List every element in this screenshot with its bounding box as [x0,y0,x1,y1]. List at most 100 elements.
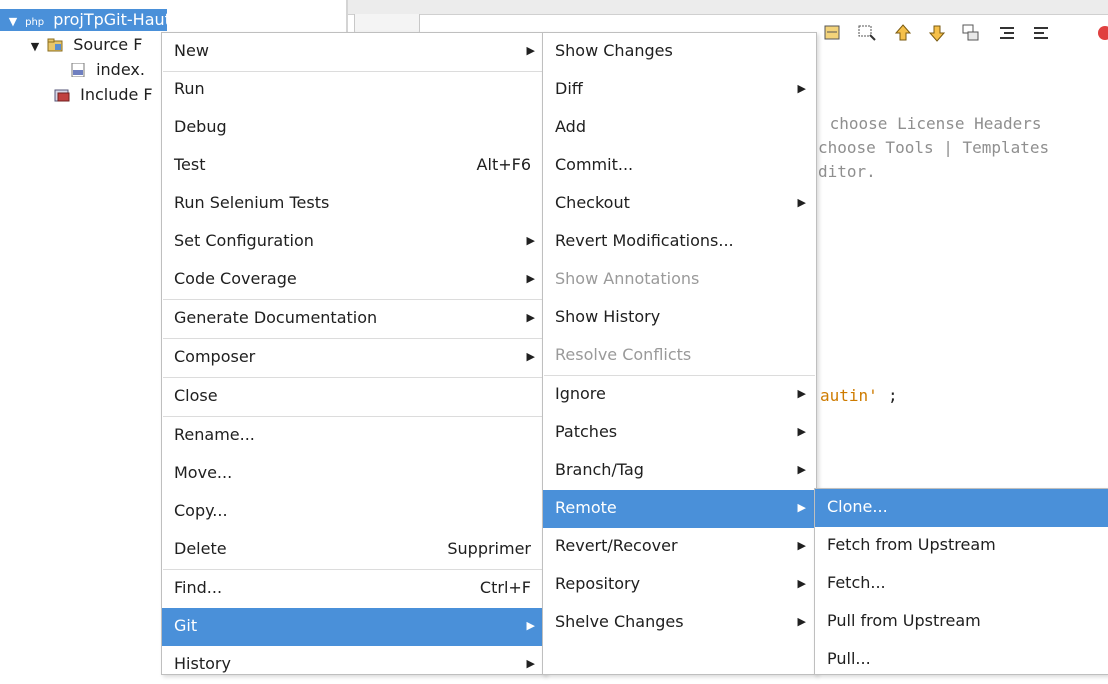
tree-item-source-files[interactable]: ▼ Source F [28,34,143,58]
menu-item-label: Generate Documentation [174,308,378,327]
menu-item-run[interactable]: Run [162,71,545,109]
menu-item-label: Branch/Tag [555,460,644,479]
submenu-arrow-icon: ▶ [797,82,806,95]
menu-item-resolve-conflicts: Resolve Conflicts [543,337,816,375]
menu-item-delete[interactable]: Delete Supprimer [162,531,545,569]
shortcut-label: Supprimer [447,539,531,558]
menu-item-ignore[interactable]: Ignore ▶ [543,376,816,414]
menu-item-commit[interactable]: Commit... [543,147,816,185]
copy-down-icon[interactable] [960,22,982,44]
menu-item-pull[interactable]: Pull... [815,641,1108,679]
menu-item-label: Remote [555,498,617,517]
menu-item-label: Show History [555,307,661,326]
move-up-icon[interactable] [892,22,914,44]
select-rectangle-icon[interactable] [856,22,878,44]
php-project-icon: php [25,17,45,28]
expand-toggle-icon[interactable]: ▼ [28,36,42,58]
include-path-icon [54,89,70,102]
menu-item-shelve-changes[interactable]: Shelve Changes ▶ [543,604,816,642]
menu-item-composer[interactable]: Composer ▶ [162,339,545,377]
submenu-arrow-icon: ▶ [797,196,806,209]
menu-item-debug[interactable]: Debug [162,109,545,147]
menu-item-label: Patches [555,422,618,441]
menu-item-show-history[interactable]: Show History [543,299,816,337]
menu-item-copy[interactable]: Copy... [162,493,545,531]
shift-right-icon[interactable] [1030,22,1052,44]
menu-item-find[interactable]: Find... Ctrl+F [162,570,545,608]
menu-item-label: Test [174,155,206,174]
editor-tab-strip [348,0,1108,15]
menu-item-run-selenium-tests[interactable]: Run Selenium Tests [162,185,545,223]
menu-item-remote[interactable]: Remote ▶ [543,490,816,528]
code-semicolon: ; [888,386,898,405]
menu-item-rename[interactable]: Rename... [162,417,545,455]
menu-item-label: Pull... [827,649,871,668]
submenu-arrow-icon: ▶ [526,657,535,670]
menu-item-checkout[interactable]: Checkout ▶ [543,185,816,223]
menu-item-label: Checkout [555,193,630,212]
menu-item-label: Pull from Upstream [827,611,981,630]
menu-item-label: Composer [174,347,256,366]
tree-item-include-path[interactable]: Include F [54,84,153,106]
code-comment-line-2: choose Tools | Templates [818,138,1050,157]
submenu-arrow-icon: ▶ [797,615,806,628]
menu-item-git[interactable]: Git ▶ [162,608,545,646]
menu-item-label: Revert/Recover [555,536,678,555]
menu-item-patches[interactable]: Patches ▶ [543,414,816,452]
submenu-arrow-icon: ▶ [797,463,806,476]
menu-item-revert-recover[interactable]: Revert/Recover ▶ [543,528,816,566]
submenu-arrow-icon: ▶ [797,539,806,552]
menu-item-label: Git [174,616,198,635]
submenu-arrow-icon: ▶ [797,387,806,400]
submenu-arrow-icon: ▶ [526,234,535,247]
menu-item-close[interactable]: Close [162,378,545,416]
toggle-bookmark-icon[interactable] [822,22,844,44]
index-file-label: index. [96,60,145,79]
submenu-arrow-icon: ▶ [526,619,535,632]
record-macro-icon[interactable] [1094,22,1108,44]
menu-item-branch-tag[interactable]: Branch/Tag ▶ [543,452,816,490]
menu-item-label: Fetch... [827,573,886,592]
menu-item-move[interactable]: Move... [162,455,545,493]
menu-item-label: Diff [555,79,583,98]
project-context-menu: New ▶ Run Debug Test Alt+F6 Run Selenium… [161,32,546,675]
menu-item-new[interactable]: New ▶ [162,33,545,71]
menu-item-label: Debug [174,117,227,136]
menu-item-code-coverage[interactable]: Code Coverage ▶ [162,261,545,299]
menu-item-label: Delete [174,539,227,558]
php-file-icon [71,63,85,77]
menu-item-revert-modifications[interactable]: Revert Modifications... [543,223,816,261]
menu-item-fetch-from-upstream[interactable]: Fetch from Upstream [815,527,1108,565]
menu-item-clone[interactable]: Clone... [815,489,1108,527]
menu-item-label: Show Annotations [555,269,700,288]
menu-item-diff[interactable]: Diff ▶ [543,71,816,109]
code-string-fragment: autin' [820,386,878,405]
menu-item-label: Code Coverage [174,269,297,288]
shortcut-label: Ctrl+F [479,578,531,597]
menu-item-add[interactable]: Add [543,109,816,147]
menu-item-pull-from-upstream[interactable]: Pull from Upstream [815,603,1108,641]
expand-toggle-icon[interactable]: ▼ [6,11,20,33]
menu-item-history[interactable]: History ▶ [162,646,545,684]
tree-item-project-root[interactable]: ▼ php projTpGit-Hautin [0,9,186,33]
shift-left-icon[interactable] [996,22,1018,44]
submenu-arrow-icon: ▶ [526,44,535,57]
move-down-icon[interactable] [926,22,948,44]
menu-item-label: Close [174,386,218,405]
menu-item-show-annotations: Show Annotations [543,261,816,299]
menu-item-show-changes[interactable]: Show Changes [543,33,816,71]
menu-item-label: Shelve Changes [555,612,684,631]
project-root-label: projTpGit-Hautin [53,10,186,29]
git-submenu: Show Changes Diff ▶ Add Commit... Checko… [542,32,817,675]
submenu-arrow-icon: ▶ [526,350,535,363]
menu-item-label: Set Configuration [174,231,314,250]
menu-item-set-configuration[interactable]: Set Configuration ▶ [162,223,545,261]
menu-item-test[interactable]: Test Alt+F6 [162,147,545,185]
submenu-arrow-icon: ▶ [797,577,806,590]
menu-item-label: Add [555,117,586,136]
tree-item-index-file[interactable]: index. [70,59,145,81]
menu-item-repository[interactable]: Repository ▶ [543,566,816,604]
menu-item-generate-documentation[interactable]: Generate Documentation ▶ [162,300,545,338]
menu-item-fetch[interactable]: Fetch... [815,565,1108,603]
source-files-label: Source F [73,35,143,54]
